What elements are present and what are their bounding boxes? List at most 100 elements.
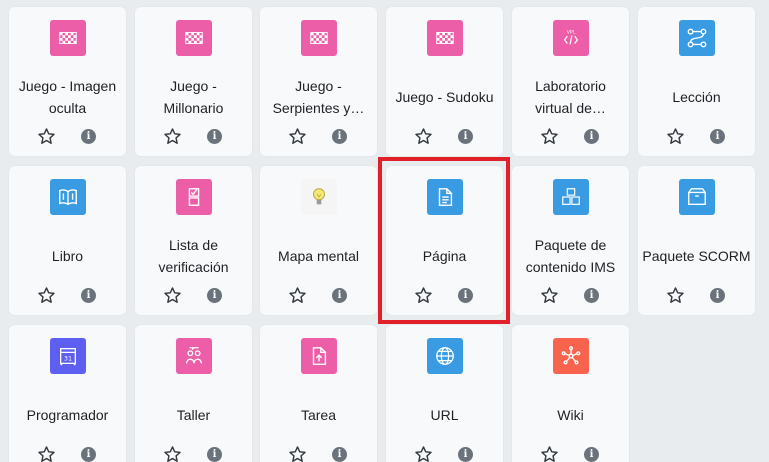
star-icon[interactable] bbox=[288, 126, 308, 146]
activity-actions: i bbox=[638, 284, 755, 306]
info-icon[interactable]: i bbox=[79, 285, 99, 305]
activity-card-tarea[interactable]: Tarea i bbox=[260, 325, 377, 462]
info-icon[interactable]: i bbox=[330, 444, 350, 462]
activity-label: Tarea bbox=[300, 407, 337, 423]
activity-card-juego-imagen-oculta[interactable]: Juego - Imagen oculta i bbox=[9, 7, 126, 156]
info-icon[interactable]: i bbox=[456, 444, 476, 462]
activity-card-juego-millonario[interactable]: Juego - Millonario i bbox=[135, 7, 252, 156]
info-icon[interactable]: i bbox=[582, 285, 602, 305]
info-icon-glyph: i bbox=[332, 446, 347, 462]
lesson-icon bbox=[678, 20, 715, 56]
info-icon[interactable]: i bbox=[79, 126, 99, 146]
workshop-icon bbox=[175, 338, 212, 374]
activity-actions: i bbox=[260, 125, 377, 147]
activity-actions: i bbox=[9, 125, 126, 147]
info-icon[interactable]: i bbox=[79, 444, 99, 462]
game-icon bbox=[175, 20, 212, 56]
info-icon-glyph: i bbox=[710, 287, 725, 303]
page-icon bbox=[426, 179, 463, 215]
activity-label: Laboratorio virtual de… bbox=[535, 78, 606, 116]
game-icon bbox=[426, 20, 463, 56]
activity-actions: i bbox=[386, 443, 503, 462]
activity-actions: i bbox=[9, 284, 126, 306]
activity-actions: i bbox=[260, 443, 377, 462]
game-icon bbox=[49, 20, 86, 56]
info-icon-glyph: i bbox=[332, 287, 347, 303]
star-icon[interactable] bbox=[414, 285, 434, 305]
star-icon[interactable] bbox=[37, 285, 57, 305]
star-icon[interactable] bbox=[540, 444, 560, 462]
info-icon-glyph: i bbox=[458, 128, 473, 144]
activity-actions: i bbox=[386, 284, 503, 306]
info-icon[interactable]: i bbox=[456, 285, 476, 305]
info-icon-glyph: i bbox=[458, 287, 473, 303]
star-icon[interactable] bbox=[540, 285, 560, 305]
ims-package-icon bbox=[552, 179, 589, 215]
star-icon[interactable] bbox=[666, 285, 686, 305]
activity-card-juego-serpientes-y[interactable]: Juego - Serpientes y… i bbox=[260, 7, 377, 156]
activity-card-libro[interactable]: Libro i bbox=[9, 166, 126, 315]
star-icon[interactable] bbox=[540, 126, 560, 146]
star-icon[interactable] bbox=[288, 444, 308, 462]
activity-actions: i bbox=[386, 125, 503, 147]
activity-label: URL bbox=[430, 407, 459, 423]
activity-card-lista-de-verificacion[interactable]: Lista de verificación i bbox=[135, 166, 252, 315]
info-icon[interactable]: i bbox=[708, 126, 728, 146]
svg-text:VPL: VPL bbox=[566, 29, 575, 35]
game-icon bbox=[300, 20, 337, 56]
info-icon-glyph: i bbox=[81, 446, 96, 462]
star-icon[interactable] bbox=[288, 285, 308, 305]
activity-label: Paquete SCORM bbox=[642, 248, 751, 264]
checklist-icon bbox=[175, 179, 212, 215]
info-icon-glyph: i bbox=[584, 446, 599, 462]
star-icon[interactable] bbox=[163, 285, 183, 305]
scorm-package-icon bbox=[678, 179, 715, 215]
star-icon[interactable] bbox=[37, 444, 57, 462]
activity-card-paquete-de-contenido-ims[interactable]: Paquete de contenido IMS i bbox=[512, 166, 629, 315]
info-icon[interactable]: i bbox=[205, 444, 225, 462]
activity-card-juego-sudoku[interactable]: Juego - Sudoku i bbox=[386, 7, 503, 156]
activity-label: Juego - Sudoku bbox=[395, 89, 494, 105]
info-icon[interactable]: i bbox=[330, 126, 350, 146]
activity-actions: i bbox=[638, 125, 755, 147]
info-icon-glyph: i bbox=[207, 287, 222, 303]
info-icon[interactable]: i bbox=[582, 444, 602, 462]
star-icon[interactable] bbox=[163, 444, 183, 462]
activity-actions: i bbox=[135, 125, 252, 147]
activity-label: Juego - Millonario bbox=[163, 78, 224, 116]
activity-card-programador[interactable]: 31 Programador i bbox=[9, 325, 126, 462]
star-icon[interactable] bbox=[414, 444, 434, 462]
info-icon[interactable]: i bbox=[330, 285, 350, 305]
star-icon[interactable] bbox=[666, 126, 686, 146]
activity-card-paquete-scorm[interactable]: Paquete SCORM i bbox=[638, 166, 755, 315]
activity-label: Página bbox=[422, 248, 467, 264]
book-icon bbox=[49, 179, 86, 215]
svg-text:31: 31 bbox=[63, 355, 71, 363]
star-icon[interactable] bbox=[414, 126, 434, 146]
activity-card-pagina[interactable]: Página i bbox=[386, 166, 503, 315]
star-icon[interactable] bbox=[163, 126, 183, 146]
activity-label: Mapa mental bbox=[278, 248, 359, 264]
activity-card-wiki[interactable]: Wiki i bbox=[512, 325, 629, 462]
activity-card-leccion[interactable]: Lección i bbox=[638, 7, 755, 156]
activity-label: Paquete de contenido IMS bbox=[525, 237, 616, 275]
activity-card-taller[interactable]: Taller i bbox=[135, 325, 252, 462]
activity-label: Taller bbox=[176, 407, 211, 423]
activity-actions: i bbox=[512, 443, 629, 462]
info-icon[interactable]: i bbox=[205, 126, 225, 146]
activity-card-mapa-mental[interactable]: Mapa mental i bbox=[260, 166, 377, 315]
info-icon[interactable]: i bbox=[708, 285, 728, 305]
info-icon[interactable]: i bbox=[456, 126, 476, 146]
info-icon[interactable]: i bbox=[205, 285, 225, 305]
info-icon[interactable]: i bbox=[582, 126, 602, 146]
activity-actions: i bbox=[135, 284, 252, 306]
star-icon[interactable] bbox=[37, 126, 57, 146]
activity-chooser-grid: Juego - Imagen oculta i Juego - Millonario… bbox=[0, 0, 769, 462]
info-icon-glyph: i bbox=[710, 128, 725, 144]
info-icon-glyph: i bbox=[584, 287, 599, 303]
activity-label: Lección bbox=[672, 89, 721, 105]
activity-actions: i bbox=[135, 443, 252, 462]
activity-card-laboratorio-virtual-de[interactable]: VPL Laboratorio virtual de… i bbox=[512, 7, 629, 156]
activity-card-url[interactable]: URL i bbox=[386, 325, 503, 462]
info-icon-glyph: i bbox=[458, 446, 473, 462]
